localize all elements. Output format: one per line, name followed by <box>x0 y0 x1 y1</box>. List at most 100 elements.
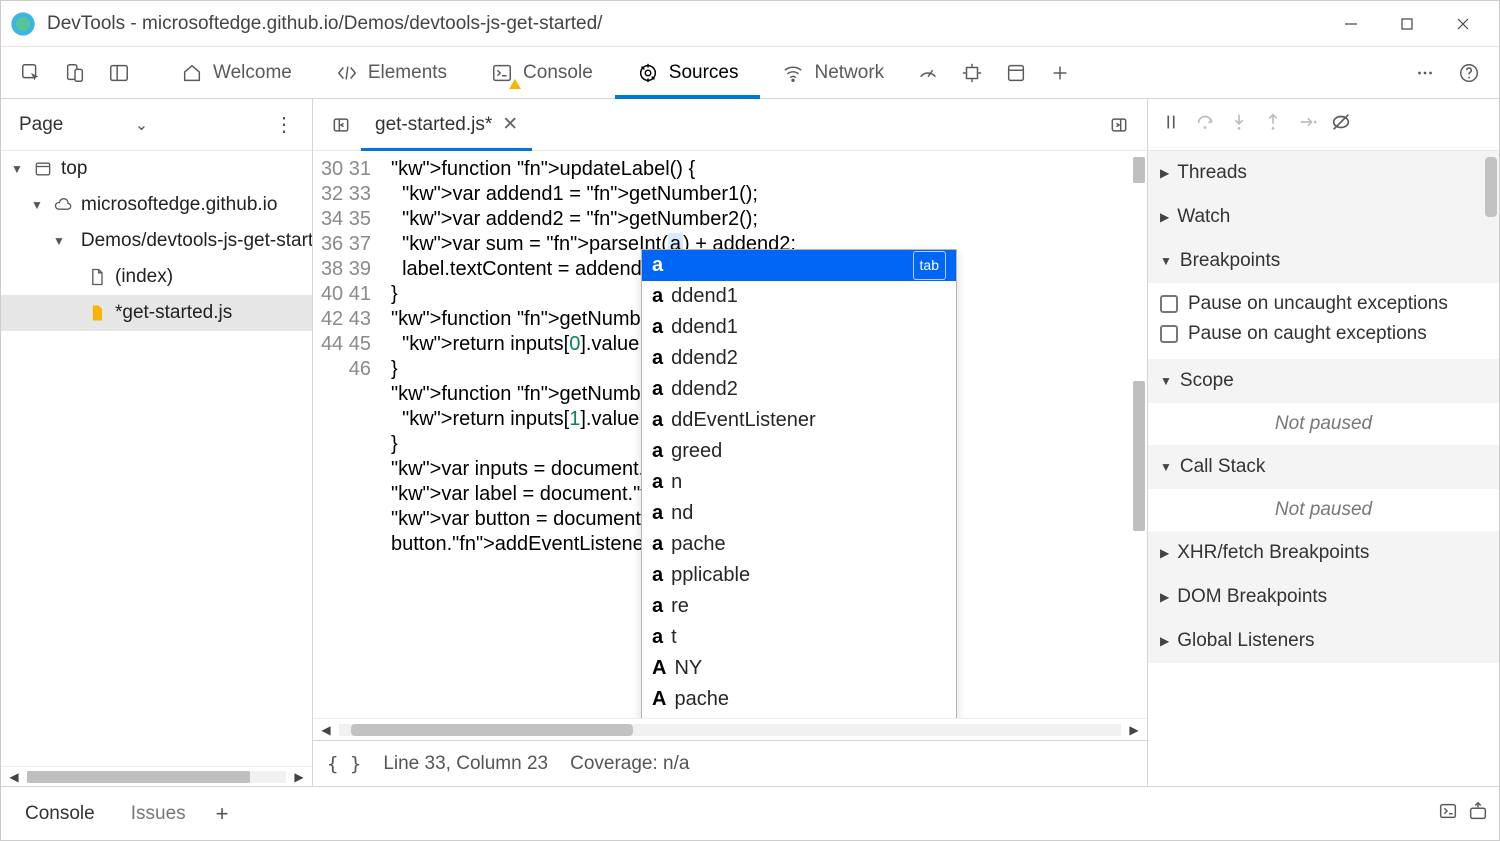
autocomplete-item[interactable]: applicable <box>642 560 956 591</box>
add-tab-icon[interactable] <box>1038 51 1082 95</box>
tab-console[interactable]: Console <box>469 47 615 99</box>
autocomplete-item[interactable]: agreed <box>642 436 956 467</box>
main-toolbar: Welcome Elements Console Sources Network <box>1 47 1499 99</box>
chevron-down-icon[interactable]: ⌄ <box>135 115 148 135</box>
checkbox-icon[interactable] <box>1160 295 1178 313</box>
coverage-info: Coverage: n/a <box>570 753 689 775</box>
devtools-window: DevTools - microsoftedge.github.io/Demos… <box>0 0 1500 841</box>
tree-label: Demos/devtools-js-get-started <box>81 230 312 252</box>
add-drawer-tab-icon[interactable]: + <box>208 801 237 827</box>
tree-top[interactable]: ▼ top <box>1 151 312 187</box>
chk-caught[interactable]: Pause on caught exceptions <box>1160 319 1487 349</box>
close-icon[interactable]: ✕ <box>502 113 518 136</box>
autocomplete-item[interactable]: addend1 <box>642 312 956 343</box>
section-dom[interactable]: ▶DOM Breakpoints <box>1148 575 1499 619</box>
section-breakpoints[interactable]: ▼Breakpoints <box>1148 239 1499 283</box>
autocomplete-item[interactable]: addEventListener <box>642 405 956 436</box>
help-icon[interactable] <box>1447 51 1491 95</box>
editor-tabs: get-started.js* ✕ <box>313 99 1147 151</box>
dock-icon[interactable] <box>97 51 141 95</box>
sidebar-head: Page ⌄ ⋮ <box>1 99 312 151</box>
debugger-pane: ▶Threads ▶Watch ▼Breakpoints Pause on un… <box>1147 99 1499 786</box>
content: Page ⌄ ⋮ ▼ top ▼ microsoftedge.github.io… <box>1 99 1499 786</box>
autocomplete-item[interactable]: are <box>642 591 956 622</box>
tree-label: (index) <box>115 266 173 288</box>
step-icon[interactable] <box>1296 111 1318 139</box>
drawer: Console Issues + <box>1 786 1499 840</box>
tab-label: Welcome <box>213 62 292 84</box>
tree-index[interactable]: (index) <box>1 259 312 295</box>
autocomplete-item[interactable]: addend1 <box>642 281 956 312</box>
autocomplete-item[interactable]: addend2 <box>642 374 956 405</box>
autocomplete-item[interactable]: ANY <box>642 653 956 684</box>
step-out-icon[interactable] <box>1262 111 1284 139</box>
toggle-debug-icon[interactable] <box>1099 105 1139 145</box>
deactivate-bp-icon[interactable] <box>1330 111 1352 139</box>
autocomplete-item[interactable]: apache <box>642 529 956 560</box>
memory-icon[interactable] <box>950 51 994 95</box>
editor-vscroll[interactable] <box>1131 151 1147 690</box>
section-callstack[interactable]: ▼Call Stack <box>1148 445 1499 489</box>
tree-folder[interactable]: ▼ Demos/devtools-js-get-started <box>1 223 312 259</box>
format-icon[interactable]: { } <box>327 753 361 775</box>
warning-icon <box>509 79 521 89</box>
drawer-console[interactable]: Console <box>11 787 109 841</box>
window-title: DevTools - microsoftedge.github.io/Demos… <box>47 13 602 35</box>
drawer-issues[interactable]: Issues <box>117 787 200 841</box>
checkbox-icon[interactable] <box>1160 325 1178 343</box>
debug-toolbar <box>1148 99 1499 151</box>
tree-current-file[interactable]: *get-started.js <box>1 295 312 331</box>
device-icon[interactable] <box>53 51 97 95</box>
pause-icon[interactable] <box>1160 111 1182 139</box>
callstack-notpaused: Not paused <box>1148 489 1499 531</box>
chk-uncaught[interactable]: Pause on uncaught exceptions <box>1160 289 1487 319</box>
autocomplete-item[interactable]: and <box>642 498 956 529</box>
maximize-button[interactable] <box>1379 1 1435 47</box>
minimize-button[interactable] <box>1323 1 1379 47</box>
sidebar: Page ⌄ ⋮ ▼ top ▼ microsoftedge.github.io… <box>1 99 313 786</box>
step-into-icon[interactable] <box>1228 111 1250 139</box>
autocomplete-item[interactable]: atab <box>642 250 956 281</box>
file-tree: ▼ top ▼ microsoftedge.github.io ▼ Demos/… <box>1 151 312 766</box>
section-scope[interactable]: ▼Scope <box>1148 359 1499 403</box>
cloud-icon <box>53 195 73 215</box>
cursor-position: Line 33, Column 23 <box>383 753 548 775</box>
editor-pane: get-started.js* ✕ 30 31 32 33 34 35 36 3… <box>313 99 1147 786</box>
autocomplete-item[interactable]: at <box>642 622 956 653</box>
toggle-nav-icon[interactable] <box>321 105 361 145</box>
editor-hscroll[interactable]: ◀▶ <box>313 718 1147 740</box>
autocomplete-item[interactable]: AS <box>642 715 956 718</box>
code-editor[interactable]: 30 31 32 33 34 35 36 37 38 39 40 41 42 4… <box>313 151 1147 718</box>
drawer-issues-icon[interactable] <box>1437 800 1459 827</box>
file-tab-label: get-started.js* <box>375 114 492 136</box>
performance-icon[interactable] <box>906 51 950 95</box>
close-button[interactable] <box>1435 1 1491 47</box>
tab-welcome[interactable]: Welcome <box>159 47 314 99</box>
step-over-icon[interactable] <box>1194 111 1216 139</box>
autocomplete-item[interactable]: addend2 <box>642 343 956 374</box>
section-threads[interactable]: ▶Threads <box>1148 151 1499 195</box>
file-tab[interactable]: get-started.js* ✕ <box>361 99 532 151</box>
application-icon[interactable] <box>994 51 1038 95</box>
autocomplete-popup[interactable]: atabaddend1addend1addend2addend2addEvent… <box>641 249 957 718</box>
inspect-icon[interactable] <box>9 51 53 95</box>
app-icon <box>9 10 37 38</box>
tab-label: Network <box>814 62 884 84</box>
section-watch[interactable]: ▶Watch <box>1148 195 1499 239</box>
more-icon[interactable] <box>1403 51 1447 95</box>
tree-domain[interactable]: ▼ microsoftedge.github.io <box>1 187 312 223</box>
file-js-icon <box>87 303 107 323</box>
sidebar-mode[interactable]: Page <box>19 114 125 136</box>
autocomplete-item[interactable]: Apache <box>642 684 956 715</box>
section-global[interactable]: ▶Global Listeners <box>1148 619 1499 663</box>
tab-label: Console <box>523 62 593 84</box>
autocomplete-item[interactable]: an <box>642 467 956 498</box>
sidebar-hscroll[interactable]: ◀▶ <box>1 766 312 786</box>
tab-sources[interactable]: Sources <box>615 47 761 99</box>
tab-elements[interactable]: Elements <box>314 47 469 99</box>
section-xhr[interactable]: ▶XHR/fetch Breakpoints <box>1148 531 1499 575</box>
drawer-expand-icon[interactable] <box>1467 800 1489 827</box>
kebab-icon[interactable]: ⋮ <box>274 112 294 137</box>
debug-vscroll[interactable] <box>1483 151 1499 786</box>
tab-network[interactable]: Network <box>760 47 906 99</box>
